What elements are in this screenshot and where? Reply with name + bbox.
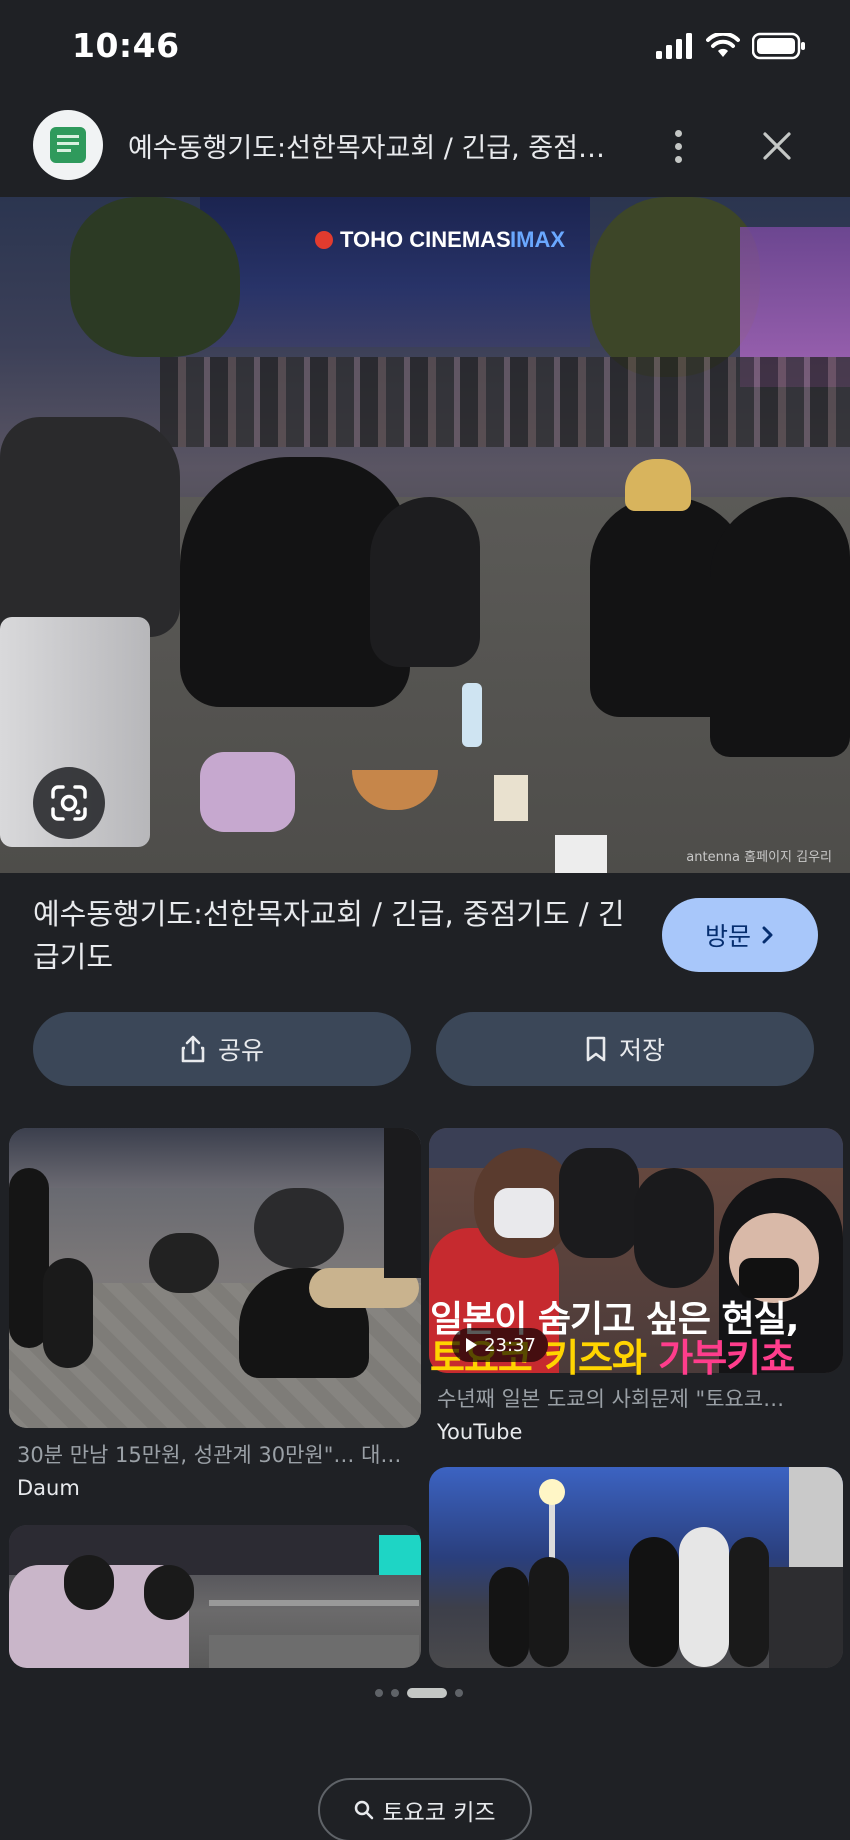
clothing-pile [0, 417, 180, 637]
page-dot [375, 1689, 383, 1697]
lens-button[interactable] [33, 767, 105, 839]
header-title: 예수동행기도:선한목자교회 / 긴급, 중점… [128, 133, 605, 164]
related-image-3[interactable] [9, 1525, 421, 1668]
image-watermark: antenna 홈페이지 김우리 [686, 850, 832, 865]
related-caption-1: 30분 만남 15만원, 성관계 30만원"… 대… [17, 1443, 402, 1467]
plush-bag [200, 752, 295, 832]
header: 예수동행기도:선한목자교회 / 긴급, 중점… [0, 96, 850, 196]
chevron-right-icon [762, 926, 773, 944]
wifi-icon [706, 33, 740, 57]
status-icons [656, 30, 806, 62]
building-facade [200, 197, 590, 347]
more-options-icon[interactable] [656, 116, 700, 176]
site-favicon[interactable] [33, 110, 103, 180]
related-caption-2: 수년째 일본 도쿄의 사회문제 "토요코… [437, 1387, 785, 1411]
imax-sign: IMAX [510, 227, 565, 252]
water-bottle [462, 683, 482, 747]
related-image-4[interactable] [429, 1467, 843, 1668]
search-chip-label: 토요코 키즈 [382, 1800, 496, 1826]
site-logo-icon [50, 127, 86, 163]
related-image-1[interactable] [9, 1128, 421, 1428]
person-figure [710, 497, 850, 757]
video-duration-badge: 23:37 [452, 1328, 548, 1362]
pagination-dots [375, 1688, 463, 1698]
related-source-2: YouTube [437, 1420, 523, 1444]
google-lens-icon [51, 785, 87, 821]
cellular-signal-icon [656, 33, 692, 59]
share-icon [181, 1035, 205, 1063]
cinema-sign: TOHO CINEMAS [340, 227, 511, 252]
main-image[interactable]: TOHO CINEMAS IMAX antenna 홈페이지 김우리 [0, 197, 850, 873]
page-dot-active [407, 1688, 447, 1698]
tree-left [70, 197, 240, 357]
search-icon [355, 1800, 374, 1820]
page-title[interactable]: 예수동행기도:선한목자교회 / 긴급, 중점기도 / 긴급기도 [33, 893, 633, 979]
related-source-1: Daum [17, 1476, 80, 1500]
cinema-logo-icon [315, 231, 333, 249]
search-chip[interactable]: 토요코 키즈 [318, 1778, 532, 1840]
page-dot [455, 1689, 463, 1697]
share-button[interactable]: 공유 [33, 1012, 411, 1086]
cup [555, 835, 607, 873]
share-label: 공유 [217, 1036, 264, 1065]
person-figure [370, 497, 480, 667]
crowd [160, 357, 850, 447]
close-icon [763, 132, 791, 160]
save-button[interactable]: 저장 [436, 1012, 814, 1086]
page-dot [391, 1689, 399, 1697]
visit-label: 방문 [704, 922, 751, 951]
battery-icon [752, 32, 805, 60]
status-bar: 10:46 [0, 0, 850, 96]
tree-right [590, 197, 760, 377]
person-hair [625, 459, 691, 511]
video-duration: 23:37 [484, 1334, 536, 1356]
video-overlay-line2b: 가부키쵸 [658, 1336, 795, 1380]
status-time: 10:46 [72, 26, 180, 65]
save-label: 저장 [618, 1036, 665, 1065]
close-button[interactable] [752, 118, 802, 174]
cup [494, 775, 528, 821]
bookmark-icon [586, 1036, 606, 1062]
visit-button[interactable]: 방문 [662, 898, 818, 972]
play-icon [466, 1338, 478, 1352]
